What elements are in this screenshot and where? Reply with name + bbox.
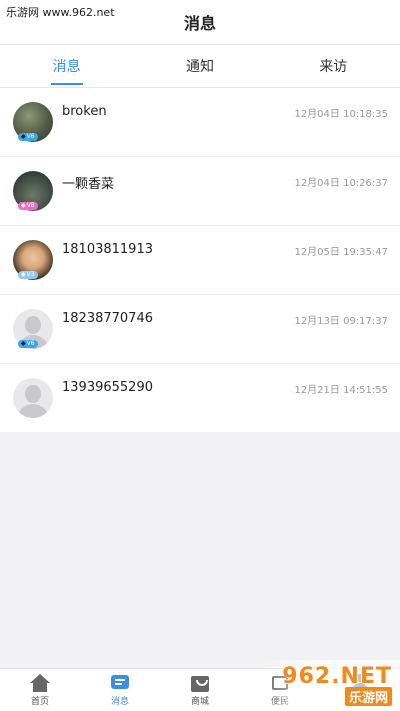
contact-name: 一颗香菜 [62,177,115,192]
message-row[interactable]: 13939655290 12月21日 14:51:55 [0,364,400,432]
message-row[interactable]: ◆V3 18103811913 12月05日 19:35:47 [0,226,400,295]
home-icon [29,673,51,692]
watermark-logo: 962.NET 乐游网 [262,660,400,710]
tabbar-label: 商城 [190,696,209,707]
watermark-brand: 962.NET [282,664,392,689]
message-tabs: 消息 通知 来访 [0,45,400,88]
message-row[interactable]: ◆V6 broken 12月04日 10:18:35 [0,88,400,157]
message-list: ◆V6 broken 12月04日 10:18:35 ◆V8 一颗香菜 12月0… [0,88,400,432]
contact-name: broken [62,104,107,119]
watermark-brand-cn: 乐游网 [344,687,392,706]
default-avatar-icon[interactable] [13,378,53,418]
tab-visitors[interactable]: 来访 [267,45,400,87]
contact-name: 13939655290 [62,380,153,395]
tabbar-label: 首页 [30,696,49,707]
diamond-icon: ◆ [21,133,26,140]
tabbar-home[interactable]: 首页 [0,669,80,711]
message-time: 12月13日 09:17:37 [294,316,388,327]
message-row[interactable]: ◆V6 18238770746 12月13日 09:17:37 [0,295,400,364]
diamond-icon: ◆ [21,202,26,209]
message-time: 12月21日 14:51:55 [294,385,388,396]
level-badge: ◆V6 [18,340,38,348]
contact-name: 18103811913 [62,242,153,257]
tabbar-mall[interactable]: 商城 [160,669,240,711]
shopping-bag-icon [189,674,211,692]
watermark-top: 乐游网 www.962.net [4,4,117,20]
level-badge: ◆V3 [18,271,38,279]
tabbar-messages[interactable]: 消息 [80,669,160,711]
message-time: 12月05日 19:35:47 [294,247,388,258]
message-time: 12月04日 10:26:37 [294,178,388,189]
level-badge: ◆V6 [18,133,38,141]
tabbar-label: 消息 [110,696,129,707]
level-badge: ◆V8 [18,202,38,210]
message-time: 12月04日 10:18:35 [294,109,388,120]
diamond-icon: ◆ [21,271,26,278]
message-row[interactable]: ◆V8 一颗香菜 12月04日 10:26:37 [0,157,400,226]
contact-name: 18238770746 [62,311,153,326]
diamond-icon: ◆ [21,340,26,347]
message-icon [109,674,131,692]
tab-messages[interactable]: 消息 [0,45,133,87]
tab-notifications[interactable]: 通知 [133,45,266,87]
page-title: 消息 [183,14,216,33]
